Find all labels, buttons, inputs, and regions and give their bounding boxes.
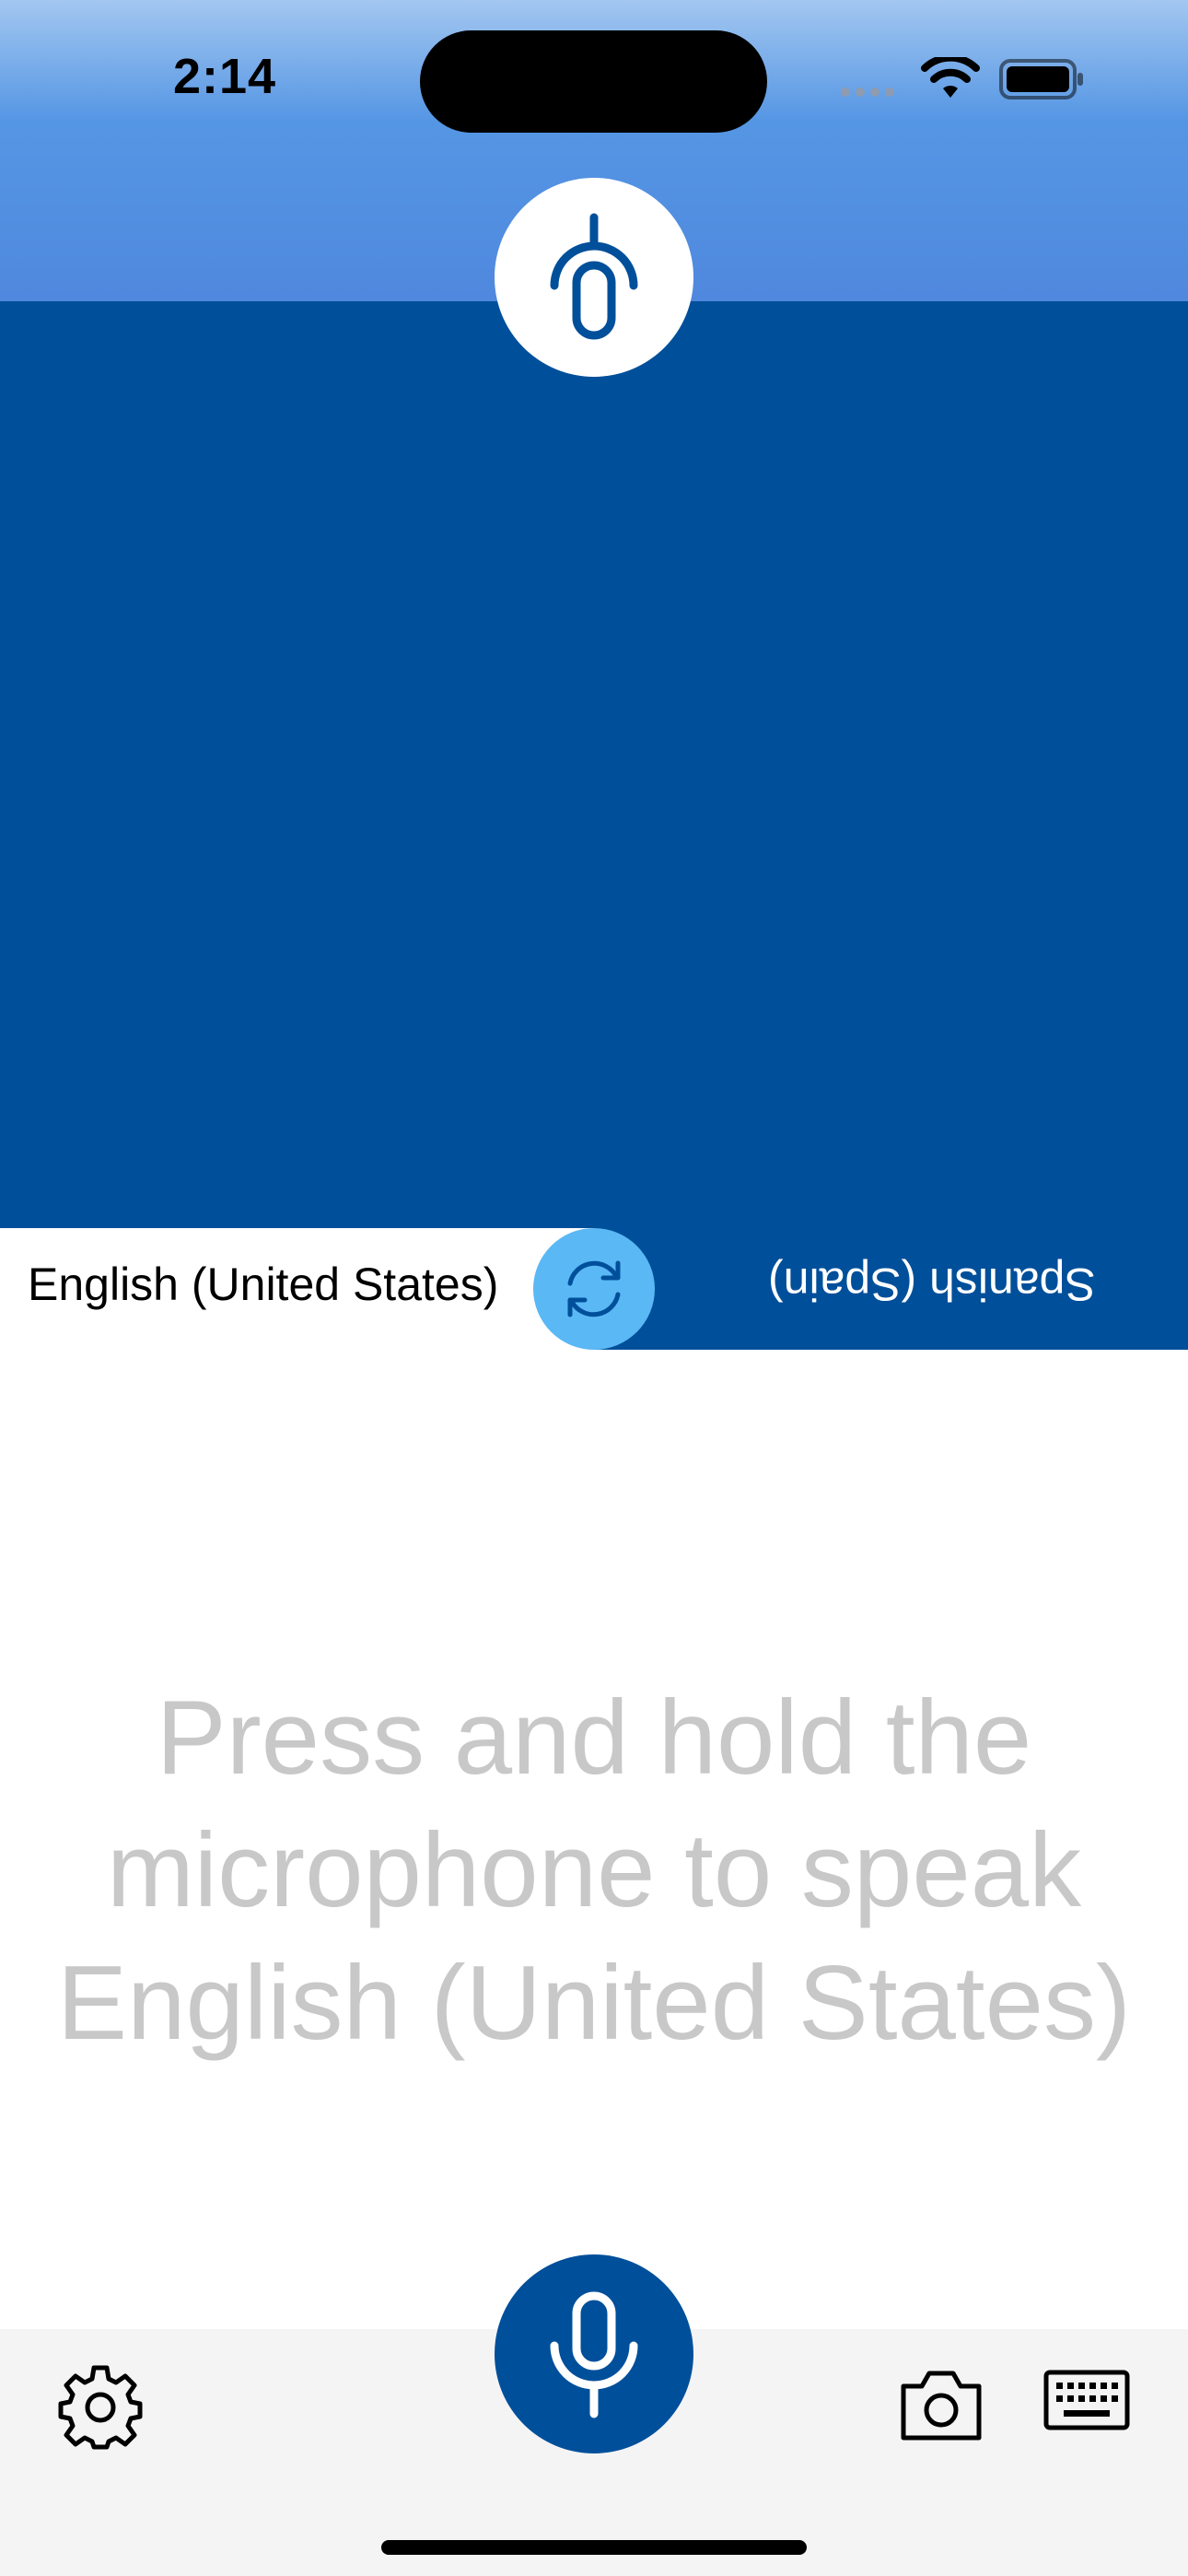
- microphone-icon: [550, 2291, 638, 2418]
- source-language-selector[interactable]: English (United States): [28, 1258, 498, 1311]
- cellular-signal-icon: [841, 85, 900, 101]
- target-language-selector[interactable]: Spanish (Spain): [768, 1258, 1096, 1311]
- camera-icon[interactable]: [898, 2366, 984, 2443]
- partner-translation-panel: [0, 301, 1188, 1350]
- prompt-line: microphone to speak: [106, 1812, 1082, 1929]
- battery-icon: [999, 59, 1083, 100]
- swap-arrows-icon: [567, 1260, 621, 1317]
- swap-languages-button[interactable]: [533, 1228, 655, 1350]
- home-indicator[interactable]: [381, 2540, 807, 2555]
- speak-mic-button[interactable]: [495, 2254, 693, 2453]
- dynamic-island: [420, 30, 767, 133]
- status-time: 2:14: [173, 49, 277, 104]
- prompt-line: English (United States): [57, 1945, 1131, 2062]
- keyboard-icon[interactable]: [1043, 2370, 1130, 2434]
- wifi-icon: [921, 57, 980, 98]
- gear-icon[interactable]: [57, 2364, 144, 2451]
- partner-mic-button[interactable]: [495, 178, 693, 377]
- prompt-line: Press and hold the: [156, 1680, 1032, 1797]
- speak-prompt: Press and hold the microphone to speak E…: [0, 1672, 1188, 2070]
- microphone-icon-inverted: [550, 213, 638, 340]
